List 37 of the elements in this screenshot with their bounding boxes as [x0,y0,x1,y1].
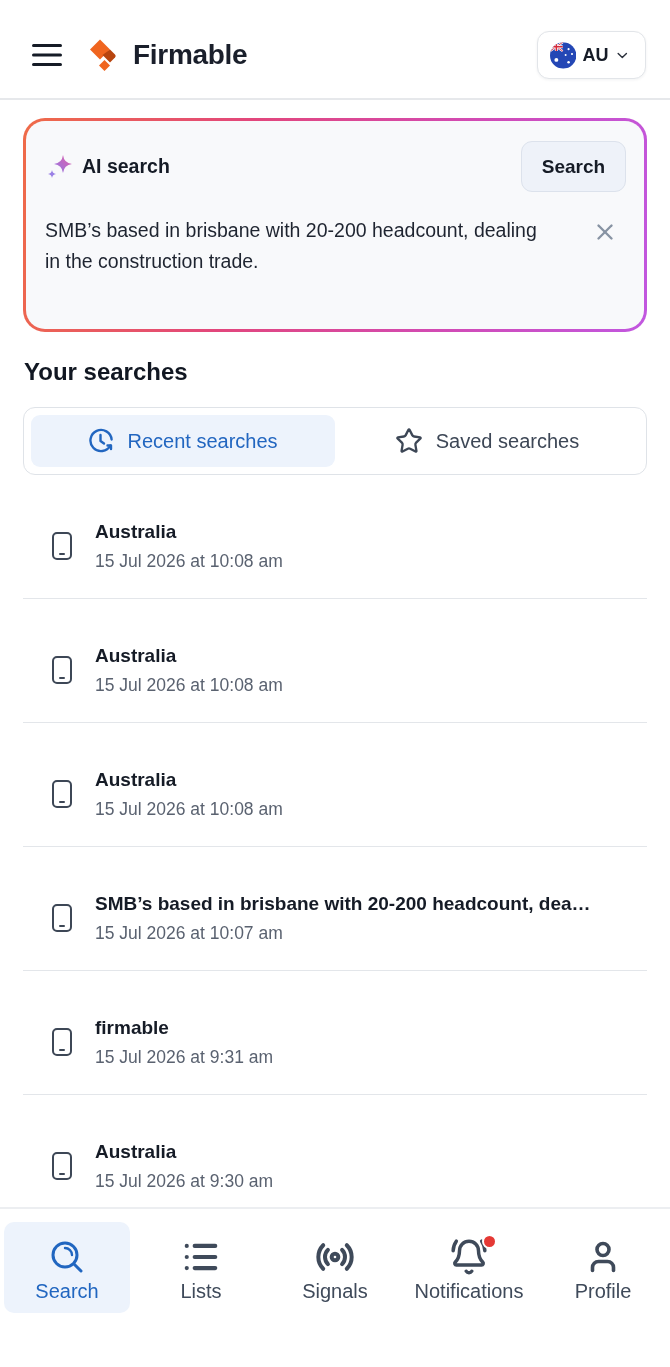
section-heading: Your searches [24,357,189,387]
smartphone-icon [52,1028,72,1056]
nav-item[interactable]: Search [4,1222,130,1313]
region-selector-button[interactable]: AU [537,31,646,79]
search-date: 15 Jul 2026 at 10:08 am [95,674,283,697]
brand-name: Firmable [133,38,248,72]
tab[interactable]: Saved searches [335,415,639,467]
menu-icon[interactable] [32,44,62,66]
search-date: 15 Jul 2026 at 10:08 am [95,550,283,573]
star-icon [394,427,423,455]
query-field[interactable]: SMB’s based in brisbane with 20-200 headcount, dealing in the construction trade. [45,215,557,277]
smartphone-icon [52,656,72,684]
search-date: 15 Jul 2026 at 9:30 am [95,1170,274,1193]
search-title[interactable]: Australia [95,1139,274,1165]
smartphone-icon [52,1152,72,1180]
nav-item[interactable]: Profile [540,1222,666,1313]
search-title[interactable]: Australia [95,519,283,545]
search-icon [50,1240,84,1274]
clock-icon [88,428,115,454]
search-title[interactable]: firmable [95,1015,274,1041]
search-title[interactable]: SMB’s based in brisbane with 20-200 headcount, dea… [95,891,591,917]
nav-item[interactable]: Lists [138,1222,264,1313]
search-title[interactable]: Australia [95,767,283,793]
search-date: 15 Jul 2026 at 10:08 am [95,798,283,821]
search-button[interactable]: Search [521,141,626,192]
search-date: 15 Jul 2026 at 10:07 am [95,922,284,945]
bell-icon [450,1238,488,1276]
flag-icon [550,41,577,69]
nav-item[interactable]: Notifications [406,1222,532,1313]
tab[interactable]: Recent searches [31,415,335,467]
card-title: AI search [82,155,170,178]
smartphone-icon [52,904,72,932]
smartphone-icon [52,532,72,560]
nav-item[interactable]: Signals [272,1222,398,1313]
search-date: 15 Jul 2026 at 9:31 am [95,1046,274,1069]
search-title[interactable]: Australia [95,643,283,669]
smartphone-icon [52,780,72,808]
